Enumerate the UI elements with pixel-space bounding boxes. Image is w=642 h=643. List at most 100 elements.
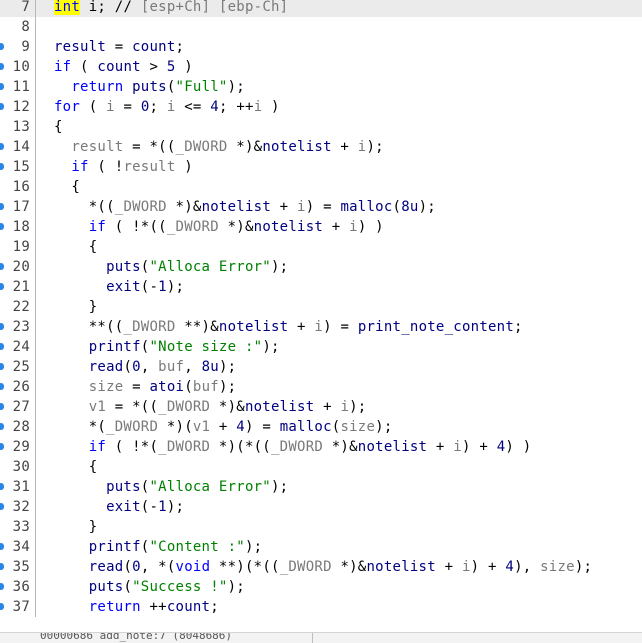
code-line[interactable]: 24 printf("Note size :"); bbox=[0, 337, 642, 357]
code-line[interactable]: 17 *((_DWORD *)&notelist + i) = malloc(8… bbox=[0, 197, 642, 217]
code-line[interactable]: 9 result = count; bbox=[0, 37, 642, 57]
line-gutter[interactable]: 32 bbox=[0, 497, 36, 517]
code-line[interactable]: 8 bbox=[0, 17, 642, 37]
line-gutter[interactable]: 9 bbox=[0, 37, 36, 57]
code-text[interactable]: result = *((_DWORD *)&notelist + i); bbox=[54, 137, 384, 157]
code-line[interactable]: 16 { bbox=[0, 177, 642, 197]
line-gutter[interactable]: 23 bbox=[0, 317, 36, 337]
code-text[interactable]: exit(-1); bbox=[54, 497, 184, 517]
line-gutter[interactable]: 18 bbox=[0, 217, 36, 237]
code-text[interactable]: size = atoi(buf); bbox=[54, 377, 236, 397]
line-gutter[interactable]: 30 bbox=[0, 457, 36, 477]
code-line[interactable]: 14 result = *((_DWORD *)&notelist + i); bbox=[0, 137, 642, 157]
line-gutter[interactable]: 37 bbox=[0, 597, 36, 617]
line-gutter[interactable]: 13 bbox=[0, 117, 36, 137]
breakpoint-marker-icon[interactable] bbox=[0, 423, 4, 430]
line-gutter[interactable]: 21 bbox=[0, 277, 36, 297]
code-line[interactable]: 20 puts("Alloca Error"); bbox=[0, 257, 642, 277]
code-line[interactable]: 32 exit(-1); bbox=[0, 497, 642, 517]
breakpoint-marker-icon[interactable] bbox=[0, 563, 4, 570]
breakpoint-marker-icon[interactable] bbox=[0, 263, 4, 270]
code-text[interactable]: int i; // [esp+Ch] [ebp-Ch] bbox=[54, 0, 288, 17]
breakpoint-marker-icon[interactable] bbox=[0, 143, 4, 150]
code-line[interactable]: 33 } bbox=[0, 517, 642, 537]
code-text[interactable]: for ( i = 0; i <= 4; ++i ) bbox=[54, 97, 280, 117]
breakpoint-marker-icon[interactable] bbox=[0, 363, 4, 370]
breakpoint-marker-icon[interactable] bbox=[0, 323, 4, 330]
line-gutter[interactable]: 27 bbox=[0, 397, 36, 417]
code-text[interactable]: printf("Content :"); bbox=[54, 537, 262, 557]
code-line[interactable]: 34 printf("Content :"); bbox=[0, 537, 642, 557]
code-line[interactable]: 19 { bbox=[0, 237, 642, 257]
line-gutter[interactable]: 8 bbox=[0, 17, 36, 37]
breakpoint-marker-icon[interactable] bbox=[0, 83, 4, 90]
line-gutter[interactable]: 15 bbox=[0, 157, 36, 177]
breakpoint-marker-icon[interactable] bbox=[0, 283, 4, 290]
line-gutter[interactable]: 16 bbox=[0, 177, 36, 197]
code-line[interactable]: 13 { bbox=[0, 117, 642, 137]
code-text[interactable]: **((_DWORD **)&notelist + i) = print_not… bbox=[54, 317, 523, 337]
code-text[interactable]: printf("Note size :"); bbox=[54, 337, 280, 357]
code-text[interactable]: return puts("Full"); bbox=[54, 77, 245, 97]
code-text[interactable]: if ( !*((_DWORD *)&notelist + i) ) bbox=[54, 217, 384, 237]
code-text[interactable]: } bbox=[54, 297, 97, 317]
line-gutter[interactable]: 7 bbox=[0, 0, 36, 17]
line-gutter[interactable]: 12 bbox=[0, 97, 36, 117]
code-line[interactable]: 37 return ++count; bbox=[0, 597, 642, 617]
line-gutter[interactable]: 10 bbox=[0, 57, 36, 77]
breakpoint-marker-icon[interactable] bbox=[0, 43, 4, 50]
line-gutter[interactable]: 34 bbox=[0, 537, 36, 557]
code-line[interactable]: 30 { bbox=[0, 457, 642, 477]
line-gutter[interactable]: 29 bbox=[0, 437, 36, 457]
code-line[interactable]: 11 return puts("Full"); bbox=[0, 77, 642, 97]
breakpoint-marker-icon[interactable] bbox=[0, 503, 4, 510]
code-text[interactable]: *(_DWORD *)(v1 + 4) = malloc(size); bbox=[54, 417, 393, 437]
code-text[interactable]: if ( !*(_DWORD *)(*((_DWORD *)&notelist … bbox=[54, 437, 531, 457]
breakpoint-marker-icon[interactable] bbox=[0, 383, 4, 390]
code-text[interactable]: { bbox=[54, 117, 63, 137]
code-text[interactable]: exit(-1); bbox=[54, 277, 184, 297]
breakpoint-marker-icon[interactable] bbox=[0, 443, 4, 450]
code-text[interactable]: read(0, *(void **)(*((_DWORD *)&notelist… bbox=[54, 557, 592, 577]
breakpoint-marker-icon[interactable] bbox=[0, 203, 4, 210]
breakpoint-marker-icon[interactable] bbox=[0, 103, 4, 110]
line-gutter[interactable]: 36 bbox=[0, 577, 36, 597]
code-line[interactable]: 28 *(_DWORD *)(v1 + 4) = malloc(size); bbox=[0, 417, 642, 437]
code-text[interactable]: { bbox=[54, 177, 80, 197]
code-text[interactable]: return ++count; bbox=[54, 597, 219, 617]
line-gutter[interactable]: 28 bbox=[0, 417, 36, 437]
code-line[interactable]: 22 } bbox=[0, 297, 642, 317]
code-line[interactable]: 18 if ( !*((_DWORD *)&notelist + i) ) bbox=[0, 217, 642, 237]
breakpoint-marker-icon[interactable] bbox=[0, 543, 4, 550]
breakpoint-marker-icon[interactable] bbox=[0, 63, 4, 70]
line-gutter[interactable]: 25 bbox=[0, 357, 36, 377]
line-gutter[interactable]: 22 bbox=[0, 297, 36, 317]
line-gutter[interactable]: 24 bbox=[0, 337, 36, 357]
breakpoint-marker-icon[interactable] bbox=[0, 403, 4, 410]
code-text[interactable]: *((_DWORD *)&notelist + i) = malloc(8u); bbox=[54, 197, 436, 217]
code-line[interactable]: 7 int i; // [esp+Ch] [ebp-Ch] bbox=[0, 0, 642, 17]
code-line[interactable]: 12 for ( i = 0; i <= 4; ++i ) bbox=[0, 97, 642, 117]
code-text[interactable]: v1 = *((_DWORD *)&notelist + i); bbox=[54, 397, 367, 417]
code-line[interactable]: 31 puts("Alloca Error"); bbox=[0, 477, 642, 497]
code-text[interactable]: read(0, buf, 8u); bbox=[54, 357, 236, 377]
line-gutter[interactable]: 35 bbox=[0, 557, 36, 577]
breakpoint-marker-icon[interactable] bbox=[0, 343, 4, 350]
code-text[interactable]: if ( count > 5 ) bbox=[54, 57, 193, 77]
breakpoint-marker-icon[interactable] bbox=[0, 583, 4, 590]
line-gutter[interactable]: 17 bbox=[0, 197, 36, 217]
line-gutter[interactable]: 14 bbox=[0, 137, 36, 157]
breakpoint-marker-icon[interactable] bbox=[0, 223, 4, 230]
code-text[interactable]: if ( !result ) bbox=[54, 157, 193, 177]
line-gutter[interactable]: 31 bbox=[0, 477, 36, 497]
code-text[interactable]: puts("Alloca Error"); bbox=[54, 257, 288, 277]
code-line[interactable]: 10 if ( count > 5 ) bbox=[0, 57, 642, 77]
breakpoint-marker-icon[interactable] bbox=[0, 603, 4, 610]
breakpoint-marker-icon[interactable] bbox=[0, 163, 4, 170]
code-line[interactable]: 27 v1 = *((_DWORD *)&notelist + i); bbox=[0, 397, 642, 417]
line-gutter[interactable]: 11 bbox=[0, 77, 36, 97]
line-gutter[interactable]: 19 bbox=[0, 237, 36, 257]
code-text[interactable]: { bbox=[54, 237, 97, 257]
code-text[interactable]: puts("Alloca Error"); bbox=[54, 477, 288, 497]
code-line[interactable]: 36 puts("Success !"); bbox=[0, 577, 642, 597]
